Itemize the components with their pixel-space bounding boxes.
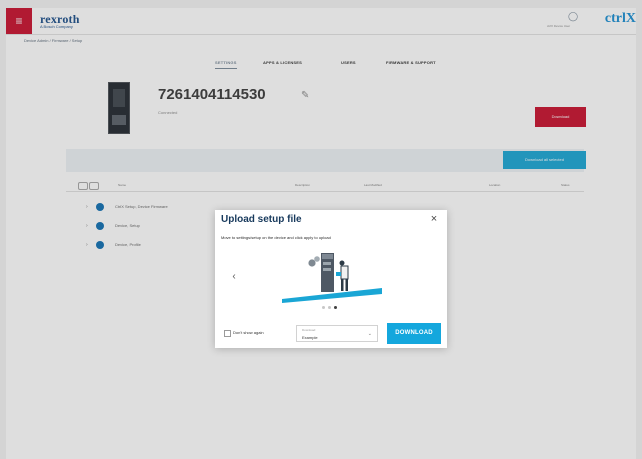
select-label: Download [302,328,316,332]
upload-setup-modal: Upload setup file × Move to settings/set… [215,210,447,348]
upload-illustration [282,253,382,303]
carousel-dot-active[interactable] [334,306,337,309]
modal-description: Move to settings/setup on the device and… [221,235,331,240]
modal-title: Upload setup file [221,214,302,225]
download-button[interactable]: DOWNLOAD [387,323,441,344]
select-value: Example [302,335,318,340]
carousel-indicator [311,306,351,312]
dont-show-again-checkbox[interactable] [224,330,231,337]
close-icon[interactable]: × [427,212,441,226]
carousel-dot[interactable] [322,306,325,309]
chevron-down-icon: ⌄ [367,331,372,337]
chevron-left-icon[interactable]: ‹ [229,272,239,282]
dont-show-again-label: Don't show again [233,330,264,335]
download-select[interactable]: Download Example ⌄ [296,325,378,342]
carousel-dot[interactable] [328,306,331,309]
